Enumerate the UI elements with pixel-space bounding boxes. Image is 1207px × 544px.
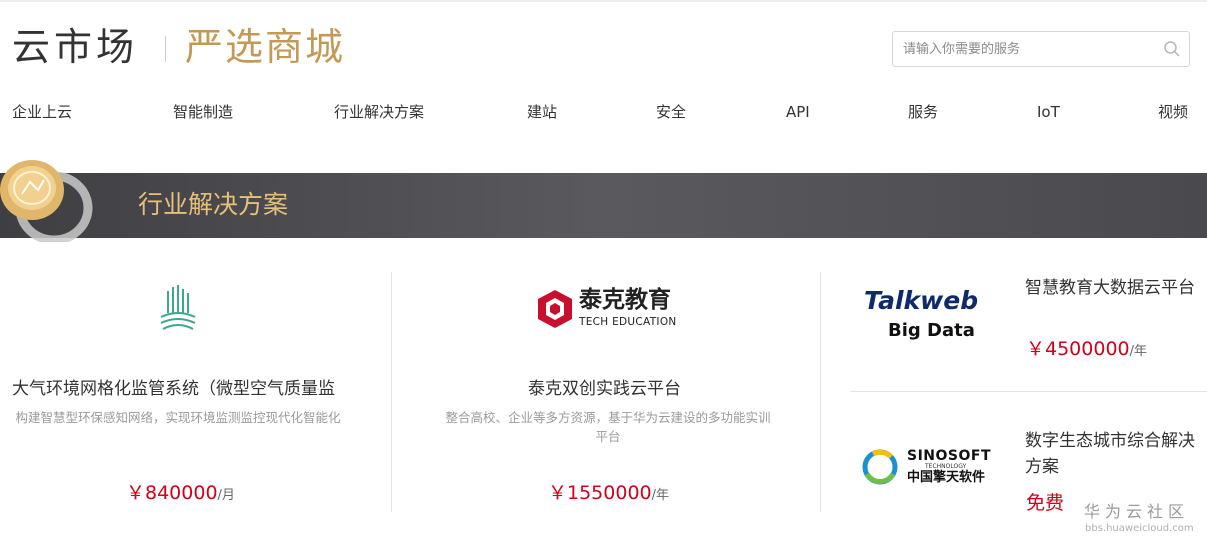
coin-icon bbox=[0, 160, 93, 242]
nav-item-security[interactable]: 安全 bbox=[656, 99, 686, 125]
watermark-url: bbs.huaweicloud.com bbox=[1085, 523, 1194, 534]
card-separator bbox=[820, 272, 821, 512]
nav-item-api[interactable]: API bbox=[786, 99, 810, 125]
side-card-price: 免费 bbox=[1026, 490, 1064, 516]
sinosoft-logo-text: SINOSOFT bbox=[907, 448, 992, 464]
top-border bbox=[0, 0, 1207, 2]
card-title[interactable]: 泰克双创实践云平台 bbox=[528, 377, 681, 401]
search-input[interactable] bbox=[903, 32, 1153, 66]
talkweb-logo-text: Talkweb bbox=[864, 286, 979, 315]
price-value: 免费 bbox=[1026, 492, 1065, 514]
selected-mall-logo[interactable]: 严选商城 bbox=[185, 22, 345, 72]
watermark-text: 华为云社区 bbox=[1084, 502, 1190, 521]
card-title[interactable]: 大气环境网格化监管系统（微型空气质量监 bbox=[12, 377, 335, 401]
card-description: 构建智慧型环保感知网络，实现环境监测监控现代化智能化 bbox=[15, 410, 341, 425]
card-price: ￥1550000/年 bbox=[548, 480, 669, 509]
sinosoft-logo-cn-text: 中国擎天软件 bbox=[907, 470, 986, 485]
search-box bbox=[892, 31, 1190, 67]
air-monitor-logo[interactable] bbox=[158, 283, 198, 335]
main-nav: 企业上云 智能制造 行业解决方案 建站 安全 API 服务 IoT 视频 bbox=[0, 99, 1207, 125]
price-unit: /月 bbox=[217, 488, 235, 503]
nav-item-smart-manufacturing[interactable]: 智能制造 bbox=[173, 99, 233, 125]
search-icon[interactable] bbox=[1163, 40, 1181, 58]
section-banner: 行业解决方案 bbox=[0, 173, 1207, 238]
nav-item-services[interactable]: 服务 bbox=[908, 99, 938, 125]
nav-item-iot[interactable]: IoT bbox=[1037, 99, 1060, 125]
price-unit: /年 bbox=[651, 488, 670, 503]
side-card-title[interactable]: 智慧教育大数据云平台 bbox=[1025, 275, 1205, 301]
nav-item-video[interactable]: 视频 bbox=[1158, 99, 1188, 125]
card-price: ￥840000/月 bbox=[126, 480, 235, 509]
price-value: ￥840000 bbox=[126, 482, 218, 504]
tech-education-logo[interactable]: 泰克教育 TECH EDUCATION bbox=[537, 287, 687, 332]
card-separator bbox=[391, 272, 392, 512]
logo-divider bbox=[165, 36, 166, 62]
side-card-separator bbox=[850, 391, 1207, 392]
cloud-market-logo[interactable]: 云市场 bbox=[12, 22, 138, 72]
price-unit: /年 bbox=[1129, 344, 1148, 359]
nav-item-website-building[interactable]: 建站 bbox=[527, 99, 557, 125]
section-title: 行业解决方案 bbox=[138, 190, 289, 219]
card-description: 整合高校、企业等多方资源，基于华为云建设的多功能实训平台 bbox=[445, 410, 771, 444]
tech-education-logo-text: 泰克教育 bbox=[579, 287, 671, 313]
side-card-price: ￥4500000/年 bbox=[1026, 336, 1147, 365]
sinosoft-logo[interactable]: SINOSOFT TECHNOLOGY 中国擎天软件 bbox=[861, 448, 995, 488]
nav-item-industry-solutions[interactable]: 行业解决方案 bbox=[334, 99, 424, 125]
talkweb-logo[interactable]: Talkweb Big Data bbox=[864, 286, 994, 346]
nav-item-enterprise-cloud[interactable]: 企业上云 bbox=[12, 99, 72, 125]
tech-education-emblem-icon bbox=[538, 290, 572, 328]
sinosoft-ring-icon bbox=[862, 449, 898, 485]
price-value: ￥1550000 bbox=[548, 482, 652, 504]
tech-education-logo-subtext: TECH EDUCATION bbox=[579, 316, 677, 328]
talkweb-logo-subtext: Big Data bbox=[888, 320, 975, 341]
side-card-title[interactable]: 数字生态城市综合解决方案 bbox=[1025, 428, 1205, 480]
price-value: ￥4500000 bbox=[1026, 338, 1130, 360]
